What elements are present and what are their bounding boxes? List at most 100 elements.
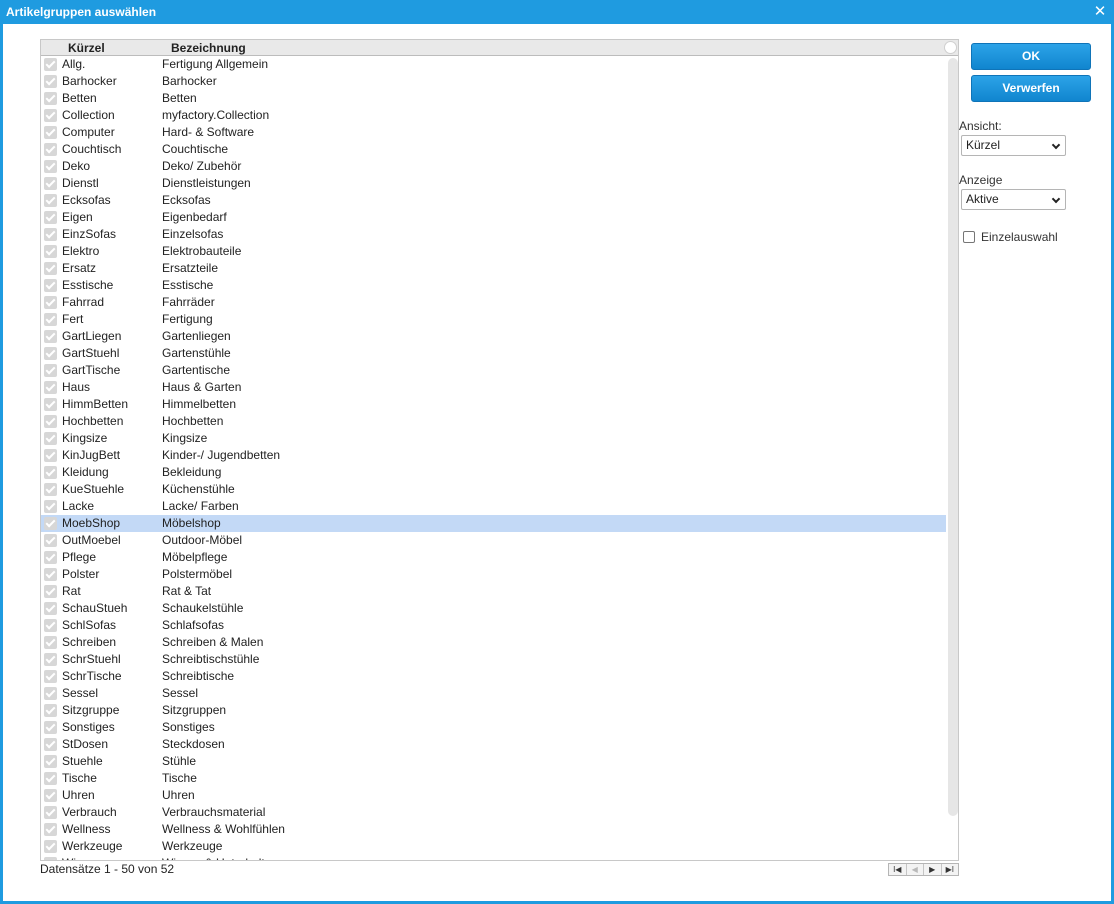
- row-checkbox[interactable]: [44, 75, 57, 88]
- row-checkbox[interactable]: [44, 211, 57, 224]
- close-icon[interactable]: ✕: [1092, 4, 1108, 20]
- table-row[interactable]: OutMoebel Outdoor-Möbel: [41, 532, 946, 549]
- view-select[interactable]: Kürzel: [961, 135, 1066, 156]
- row-checkbox[interactable]: [44, 262, 57, 275]
- table-row[interactable]: Schreiben Schreiben & Malen: [41, 634, 946, 651]
- row-checkbox[interactable]: [44, 789, 57, 802]
- table-row[interactable]: SchrTische Schreibtische: [41, 668, 946, 685]
- table-row[interactable]: Verbrauch Verbrauchsmaterial: [41, 804, 946, 821]
- row-checkbox[interactable]: [44, 347, 57, 360]
- table-row[interactable]: KueStuehle Küchenstühle: [41, 481, 946, 498]
- table-row[interactable]: GartLiegen Gartenliegen: [41, 328, 946, 345]
- table-row[interactable]: Ersatz Ersatzteile: [41, 260, 946, 277]
- table-row[interactable]: Barhocker Barhocker: [41, 73, 946, 90]
- table-row[interactable]: Polster Polstermöbel: [41, 566, 946, 583]
- next-page-icon[interactable]: ▶: [924, 864, 942, 875]
- table-row[interactable]: Sonstiges Sonstiges: [41, 719, 946, 736]
- table-row[interactable]: HimmBetten Himmelbetten: [41, 396, 946, 413]
- table-row[interactable]: Rat Rat & Tat: [41, 583, 946, 600]
- first-page-icon[interactable]: I◀: [889, 864, 907, 875]
- row-checkbox[interactable]: [44, 483, 57, 496]
- row-checkbox[interactable]: [44, 415, 57, 428]
- row-checkbox[interactable]: [44, 670, 57, 683]
- table-row[interactable]: Hochbetten Hochbetten: [41, 413, 946, 430]
- table-row[interactable]: GartStuehl Gartenstühle: [41, 345, 946, 362]
- row-checkbox[interactable]: [44, 721, 57, 734]
- table-row[interactable]: Eigen Eigenbedarf: [41, 209, 946, 226]
- table-row[interactable]: Dienstl Dienstleistungen: [41, 175, 946, 192]
- table-row[interactable]: Esstische Esstische: [41, 277, 946, 294]
- row-checkbox[interactable]: [44, 823, 57, 836]
- row-checkbox[interactable]: [44, 126, 57, 139]
- table-row[interactable]: SchauStueh Schaukelstühle: [41, 600, 946, 617]
- row-checkbox[interactable]: [44, 432, 57, 445]
- table-row[interactable]: Sessel Sessel: [41, 685, 946, 702]
- row-checkbox[interactable]: [44, 653, 57, 666]
- row-checkbox[interactable]: [44, 517, 57, 530]
- row-checkbox[interactable]: [44, 143, 57, 156]
- table-row[interactable]: Pflege Möbelpflege: [41, 549, 946, 566]
- table-row[interactable]: Betten Betten: [41, 90, 946, 107]
- column-chooser-icon[interactable]: [944, 41, 957, 54]
- row-checkbox[interactable]: [44, 449, 57, 462]
- table-row[interactable]: Elektro Elektrobauteile: [41, 243, 946, 260]
- row-checkbox[interactable]: [44, 109, 57, 122]
- ok-button[interactable]: OK: [971, 43, 1091, 70]
- table-row[interactable]: Kingsize Kingsize: [41, 430, 946, 447]
- row-checkbox[interactable]: [44, 279, 57, 292]
- column-header-kuerzel[interactable]: Kürzel: [68, 41, 105, 55]
- table-row[interactable]: MoebShop Möbelshop: [41, 515, 946, 532]
- table-row[interactable]: Tische Tische: [41, 770, 946, 787]
- table-row[interactable]: Couchtisch Couchtische: [41, 141, 946, 158]
- table-row[interactable]: StDosen Steckdosen: [41, 736, 946, 753]
- table-row[interactable]: SchlSofas Schlafsofas: [41, 617, 946, 634]
- row-checkbox[interactable]: [44, 602, 57, 615]
- row-checkbox[interactable]: [44, 160, 57, 173]
- display-select[interactable]: Aktive: [961, 189, 1066, 210]
- table-row[interactable]: Computer Hard- & Software: [41, 124, 946, 141]
- table-row[interactable]: Kleidung Bekleidung: [41, 464, 946, 481]
- previous-page-icon[interactable]: ◀: [907, 864, 924, 875]
- row-checkbox[interactable]: [44, 585, 57, 598]
- row-checkbox[interactable]: [44, 636, 57, 649]
- table-row[interactable]: Allg. Fertigung Allgemein: [41, 56, 946, 73]
- table-row[interactable]: Collection myfactory.Collection: [41, 107, 946, 124]
- row-checkbox[interactable]: [44, 568, 57, 581]
- table-row[interactable]: Deko Deko/ Zubehör: [41, 158, 946, 175]
- table-row[interactable]: SchrStuehl Schreibtischstühle: [41, 651, 946, 668]
- row-checkbox[interactable]: [44, 619, 57, 632]
- last-page-icon[interactable]: ▶I: [942, 864, 959, 875]
- row-checkbox[interactable]: [44, 840, 57, 853]
- table-row[interactable]: Ecksofas Ecksofas: [41, 192, 946, 209]
- row-checkbox[interactable]: [44, 364, 57, 377]
- row-checkbox[interactable]: [44, 92, 57, 105]
- discard-button[interactable]: Verwerfen: [971, 75, 1091, 102]
- table-row[interactable]: EinzSofas Einzelsofas: [41, 226, 946, 243]
- row-checkbox[interactable]: [44, 177, 57, 190]
- table-row[interactable]: Fahrrad Fahrräder: [41, 294, 946, 311]
- row-checkbox[interactable]: [44, 228, 57, 241]
- single-selection-checkbox[interactable]: [963, 231, 975, 243]
- row-checkbox[interactable]: [44, 551, 57, 564]
- row-checkbox[interactable]: [44, 687, 57, 700]
- row-checkbox[interactable]: [44, 58, 57, 71]
- row-checkbox[interactable]: [44, 704, 57, 717]
- row-checkbox[interactable]: [44, 245, 57, 258]
- row-checkbox[interactable]: [44, 381, 57, 394]
- table-row[interactable]: Lacke Lacke/ Farben: [41, 498, 946, 515]
- row-checkbox[interactable]: [44, 738, 57, 751]
- row-checkbox[interactable]: [44, 194, 57, 207]
- row-checkbox[interactable]: [44, 466, 57, 479]
- row-checkbox[interactable]: [44, 330, 57, 343]
- table-row[interactable]: KinJugBett Kinder-/ Jugendbetten: [41, 447, 946, 464]
- table-row[interactable]: Fert Fertigung: [41, 311, 946, 328]
- vertical-scrollbar[interactable]: [948, 58, 958, 816]
- row-checkbox[interactable]: [44, 313, 57, 326]
- row-checkbox[interactable]: [44, 857, 57, 860]
- row-checkbox[interactable]: [44, 500, 57, 513]
- row-checkbox[interactable]: [44, 772, 57, 785]
- table-row[interactable]: Wissen Wissen & Unterhaltung: [41, 855, 946, 860]
- table-row[interactable]: Wellness Wellness & Wohlfühlen: [41, 821, 946, 838]
- table-row[interactable]: Uhren Uhren: [41, 787, 946, 804]
- table-row[interactable]: Werkzeuge Werkzeuge: [41, 838, 946, 855]
